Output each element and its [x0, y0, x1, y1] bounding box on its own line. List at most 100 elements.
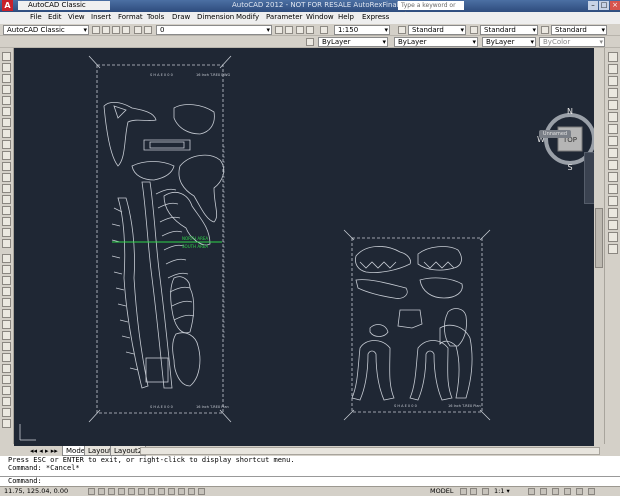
lock-icon[interactable]: [540, 488, 547, 495]
layer-previous-icon[interactable]: [285, 26, 293, 34]
fillet-icon[interactable]: [2, 408, 11, 417]
autocad-logo-icon[interactable]: A: [2, 0, 13, 11]
help-search-input[interactable]: Type a keyword or phrase: [398, 1, 464, 18]
lineweight-dropdown[interactable]: ByLayer: [482, 37, 536, 47]
menu-edit[interactable]: Edit: [48, 13, 62, 21]
menu-tools[interactable]: Tools: [147, 13, 164, 21]
point-icon[interactable]: [2, 184, 11, 193]
maximize-icon[interactable]: □: [599, 1, 609, 10]
snap-center-icon[interactable]: [608, 136, 618, 146]
make-current-layer-icon[interactable]: [275, 26, 283, 34]
mirror-icon[interactable]: [2, 276, 11, 285]
snap-endpoint-icon[interactable]: [608, 76, 618, 86]
table-style-dropdown[interactable]: Standard: [551, 25, 607, 35]
explode-icon[interactable]: [2, 419, 11, 428]
offset-icon[interactable]: [2, 287, 11, 296]
region-icon[interactable]: [2, 217, 11, 226]
chamfer-icon[interactable]: [2, 397, 11, 406]
scrollbar-thumb[interactable]: [595, 208, 603, 268]
snap-none-icon[interactable]: [608, 232, 618, 242]
command-input[interactable]: Command:: [0, 476, 620, 486]
menu-draw[interactable]: Draw: [172, 13, 190, 21]
extend-icon[interactable]: [2, 364, 11, 373]
zoom-icon[interactable]: [296, 26, 304, 34]
wcs-menu[interactable]: Unnamed: [539, 130, 571, 138]
snap-nearest-icon[interactable]: [608, 220, 618, 230]
grid-display-icon[interactable]: [108, 488, 115, 495]
minimize-icon[interactable]: –: [588, 1, 598, 10]
quick-view-drawings-icon[interactable]: [470, 488, 477, 495]
snap-perpendicular-icon[interactable]: [608, 172, 618, 182]
gradient-icon[interactable]: [2, 206, 11, 215]
annotation-scale-icon[interactable]: [320, 26, 328, 34]
annotation-scale-dropdown[interactable]: 1:150: [334, 25, 390, 35]
menu-window[interactable]: Window: [306, 13, 334, 21]
snap-midpoint-icon[interactable]: [608, 88, 618, 98]
multiline-text-icon[interactable]: [2, 239, 11, 248]
polygon-icon[interactable]: [2, 85, 11, 94]
trim-icon[interactable]: [2, 353, 11, 362]
print-icon[interactable]: [122, 26, 130, 34]
text-style-dropdown[interactable]: Standard: [408, 25, 466, 35]
menu-file[interactable]: File: [30, 13, 42, 21]
hatch-icon[interactable]: [2, 195, 11, 204]
menu-express[interactable]: Express: [362, 13, 389, 21]
menu-dimension[interactable]: Dimension: [197, 13, 234, 21]
snap-intersection-icon[interactable]: [608, 100, 618, 110]
quick-view-layouts-icon[interactable]: [460, 488, 467, 495]
array-icon[interactable]: [2, 298, 11, 307]
stretch-icon[interactable]: [2, 342, 11, 351]
ortho-mode-icon[interactable]: [118, 488, 125, 495]
spline-icon[interactable]: [2, 140, 11, 149]
snap-insert-icon[interactable]: [608, 196, 618, 206]
clean-screen-icon[interactable]: [588, 488, 595, 495]
annotation-scale[interactable]: 1:1 ▾: [494, 487, 510, 496]
layer-properties-icon[interactable]: [134, 26, 142, 34]
table-icon[interactable]: [2, 228, 11, 237]
status-menu-icon[interactable]: [576, 488, 583, 495]
layer-dropdown[interactable]: 0: [156, 25, 272, 35]
menu-help[interactable]: Help: [338, 13, 354, 21]
hardware-acceleration-icon[interactable]: [552, 488, 559, 495]
horizontal-scrollbar[interactable]: [140, 447, 600, 455]
compass-north[interactable]: N: [567, 107, 573, 116]
snap-node-icon[interactable]: [608, 208, 618, 218]
rectangle-icon[interactable]: [2, 96, 11, 105]
snap-from-icon[interactable]: [608, 64, 618, 74]
erase-icon[interactable]: [2, 254, 11, 263]
workspace-switching-icon[interactable]: [528, 488, 535, 495]
menu-parameter[interactable]: Parameter: [266, 13, 302, 21]
layer-state-icon[interactable]: [144, 26, 152, 34]
arc-icon[interactable]: [2, 107, 11, 116]
3d-object-snap-icon[interactable]: [148, 488, 155, 495]
menu-modify[interactable]: Modify: [236, 13, 259, 21]
make-block-icon[interactable]: [2, 173, 11, 182]
color-dropdown[interactable]: ByLayer: [318, 37, 388, 47]
dynamic-input-icon[interactable]: [178, 488, 185, 495]
construction-line-icon[interactable]: [2, 63, 11, 72]
object-snap-icon[interactable]: [138, 488, 145, 495]
snap-apparent-icon[interactable]: [608, 112, 618, 122]
annotation-visibility-icon[interactable]: [482, 488, 489, 495]
plotstyle-dropdown[interactable]: ByColor: [539, 37, 605, 47]
new-icon[interactable]: [92, 26, 100, 34]
ellipse-icon[interactable]: [2, 151, 11, 160]
dynamic-ucs-icon[interactable]: [168, 488, 175, 495]
menu-format[interactable]: Format: [118, 13, 143, 21]
menu-view[interactable]: View: [68, 13, 85, 21]
break-icon[interactable]: [2, 375, 11, 384]
table-style-icon[interactable]: [541, 26, 549, 34]
polar-tracking-icon[interactable]: [128, 488, 135, 495]
object-snap-tracking-icon[interactable]: [158, 488, 165, 495]
workspace-dropdown[interactable]: AutoCAD Classic: [3, 25, 89, 35]
rotate-icon[interactable]: [2, 320, 11, 329]
snap-parallel-icon[interactable]: [608, 184, 618, 194]
temp-track-icon[interactable]: [608, 52, 618, 62]
pan-icon[interactable]: [306, 26, 314, 34]
polyline-icon[interactable]: [2, 74, 11, 83]
scale-icon[interactable]: [2, 331, 11, 340]
model-space-toggle[interactable]: MODEL: [430, 487, 453, 496]
drawing-canvas[interactable]: NORTH AREA SOUTH AREA S H A E 0 0 0 16 I…: [14, 48, 604, 446]
text-style-icon[interactable]: [398, 26, 406, 34]
tab-nav-arrows[interactable]: ◂◂ ◂ ▸ ▸▸: [30, 447, 58, 455]
